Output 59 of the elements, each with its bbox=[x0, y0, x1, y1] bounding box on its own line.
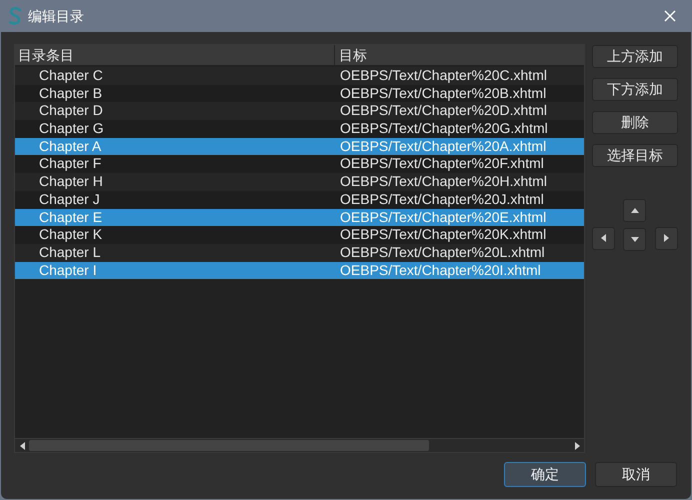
triangle-icon bbox=[630, 208, 639, 213]
side-button[interactable]: 上方添加 bbox=[592, 45, 678, 68]
column-header[interactable]: 目标 bbox=[335, 45, 584, 65]
table-cell: Chapter K bbox=[39, 226, 102, 242]
table-cell: OEBPS/Text/Chapter%20E.xhtml bbox=[340, 208, 546, 224]
scroll-right-icon bbox=[574, 442, 580, 450]
move-down-button[interactable] bbox=[623, 228, 646, 251]
table-row[interactable]: Chapter H OEBPS/Text/Chapter%20H.xhtml bbox=[15, 173, 584, 191]
table-cell: Chapter A bbox=[39, 138, 102, 154]
app-logo-icon bbox=[8, 7, 22, 25]
table-row[interactable]: Chapter B OEBPS/Text/Chapter%20B.xhtml bbox=[15, 84, 584, 102]
move-up-button[interactable] bbox=[623, 199, 646, 222]
table-cell: Chapter E bbox=[39, 208, 102, 224]
table-cell: OEBPS/Text/Chapter%20J.xhtml bbox=[340, 190, 544, 207]
table-row[interactable]: Chapter D OEBPS/Text/Chapter%20D.xhtml bbox=[15, 102, 584, 120]
scroll-left-icon bbox=[20, 442, 24, 450]
move-left-button[interactable] bbox=[592, 226, 615, 250]
scrollbar-thumb[interactable] bbox=[29, 440, 429, 451]
table-cell: OEBPS/Text/Chapter%20I.xhtml bbox=[340, 262, 541, 278]
table-row[interactable]: Chapter K OEBPS/Text/Chapter%20K.xhtml bbox=[15, 226, 584, 244]
table-cell: Chapter H bbox=[39, 173, 103, 190]
close-icon[interactable] bbox=[664, 10, 676, 22]
table-cell: OEBPS/Text/Chapter%20C.xhtml bbox=[340, 67, 547, 83]
table-cell: OEBPS/Text/Chapter%20A.xhtml bbox=[340, 138, 546, 154]
triangle-icon bbox=[630, 237, 639, 242]
table-cell: Chapter L bbox=[39, 244, 100, 260]
table-cell: OEBPS/Text/Chapter%20B.xhtml bbox=[340, 84, 546, 101]
triangle-icon bbox=[664, 234, 669, 242]
table-cell: Chapter D bbox=[39, 102, 103, 118]
table-cell: OEBPS/Text/Chapter%20K.xhtml bbox=[340, 226, 546, 242]
table-cell: Chapter C bbox=[39, 67, 103, 83]
table-row[interactable]: Chapter C OEBPS/Text/Chapter%20C.xhtml bbox=[15, 67, 584, 85]
table-cell: Chapter F bbox=[39, 155, 102, 172]
table-row[interactable]: Chapter F OEBPS/Text/Chapter%20F.xhtml bbox=[15, 155, 584, 174]
table-row[interactable]: Chapter I OEBPS/Text/Chapter%20I.xhtml bbox=[15, 262, 584, 280]
side-button[interactable]: 删除 bbox=[592, 111, 678, 134]
column-header[interactable]: 目录条目 bbox=[15, 45, 335, 65]
table-cell: Chapter B bbox=[39, 84, 102, 101]
window-title: 编辑目录 bbox=[28, 6, 84, 26]
table-row[interactable]: Chapter J OEBPS/Text/Chapter%20J.xhtml bbox=[15, 190, 584, 208]
table-cell: OEBPS/Text/Chapter%20D.xhtml bbox=[340, 102, 547, 118]
side-button[interactable]: 选择目标 bbox=[592, 144, 678, 167]
table-cell: Chapter J bbox=[39, 190, 100, 207]
move-right-button[interactable] bbox=[654, 226, 678, 250]
table-cell: Chapter G bbox=[39, 120, 104, 136]
table-cell: OEBPS/Text/Chapter%20G.xhtml bbox=[340, 120, 548, 136]
table-cell: OEBPS/Text/Chapter%20H.xhtml bbox=[340, 173, 547, 190]
cancel-button[interactable]: 取消 bbox=[595, 462, 677, 487]
table-row[interactable]: Chapter A OEBPS/Text/Chapter%20A.xhtml bbox=[15, 138, 584, 156]
ok-button[interactable]: 确定 bbox=[504, 462, 586, 487]
table-row[interactable]: Chapter E OEBPS/Text/Chapter%20E.xhtml bbox=[15, 208, 584, 226]
table-row[interactable]: Chapter G OEBPS/Text/Chapter%20G.xhtml bbox=[15, 120, 584, 138]
side-button[interactable]: 下方添加 bbox=[592, 78, 678, 101]
table-cell: OEBPS/Text/Chapter%20L.xhtml bbox=[340, 244, 545, 260]
triangle-icon bbox=[601, 234, 606, 242]
table-cell: OEBPS/Text/Chapter%20F.xhtml bbox=[340, 155, 544, 172]
table-cell: Chapter I bbox=[39, 262, 97, 278]
table-row[interactable]: Chapter L OEBPS/Text/Chapter%20L.xhtml bbox=[15, 244, 584, 262]
horizontal-scrollbar[interactable] bbox=[15, 438, 584, 452]
